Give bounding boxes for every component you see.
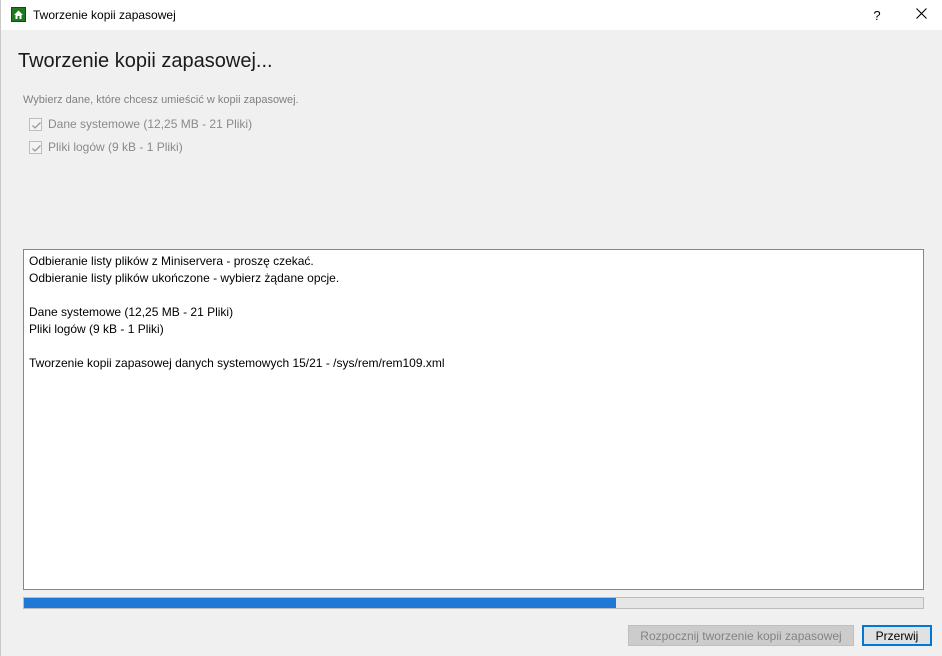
instruction-text: Wybierz dane, które chcesz umieścić w ko… xyxy=(23,94,299,106)
close-icon xyxy=(915,6,927,24)
log-line: Dane systemowe (12,25 MB - 21 Pliki) xyxy=(29,305,234,319)
option-system-data[interactable]: Dane systemowe (12,25 MB - 21 Pliki) xyxy=(29,117,252,131)
cancel-button[interactable]: Przerwij xyxy=(862,625,932,646)
log-line: Pliki logów (9 kB - 1 Pliki) xyxy=(29,322,164,336)
page-title: Tworzenie kopii zapasowej... xyxy=(18,50,273,72)
log-files-checkbox[interactable] xyxy=(29,140,42,154)
backup-progress-bar xyxy=(23,597,924,609)
progress-fill xyxy=(24,598,617,608)
backup-dialog: Tworzenie kopii zapasowej ? Tworzenie ko… xyxy=(0,0,942,656)
option-log-files[interactable]: Pliki logów (9 kB - 1 Pliki) xyxy=(29,140,183,154)
log-line: Odbieranie listy plików ukończone - wybi… xyxy=(29,271,340,285)
log-output[interactable]: Odbieranie listy plików z Miniservera - … xyxy=(23,249,924,590)
title-bar: Tworzenie kopii zapasowej ? xyxy=(1,0,942,30)
checkmark-icon xyxy=(32,121,41,129)
close-button[interactable] xyxy=(899,0,942,30)
system-data-checkbox[interactable] xyxy=(29,117,42,131)
help-button[interactable]: ? xyxy=(855,0,899,30)
house-icon xyxy=(11,7,26,22)
log-line: Odbieranie listy plików z Miniservera - … xyxy=(29,254,314,268)
window-title: Tworzenie kopii zapasowej xyxy=(33,8,176,22)
system-data-label: Dane systemowe (12,25 MB - 21 Pliki) xyxy=(48,117,253,131)
log-files-label: Pliki logów (9 kB - 1 Pliki) xyxy=(48,140,183,154)
start-backup-button[interactable]: Rozpocznij tworzenie kopii zapasowej xyxy=(628,625,854,646)
log-line: Tworzenie kopii zapasowej danych systemo… xyxy=(29,356,445,370)
checkmark-icon xyxy=(32,144,41,152)
